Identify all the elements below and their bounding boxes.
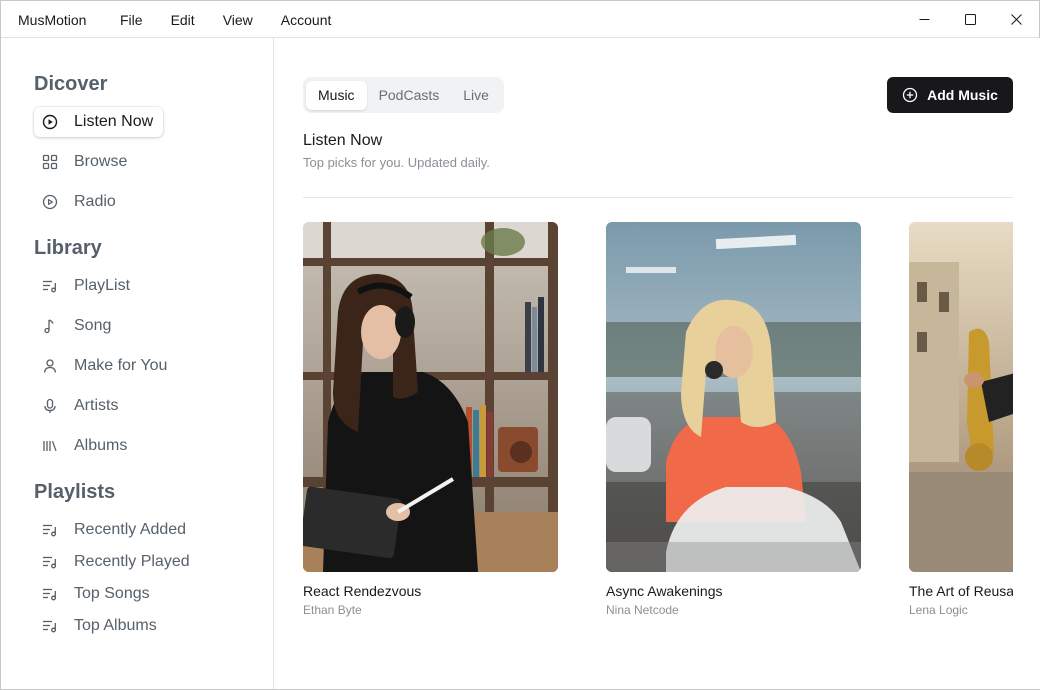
album-artist: Nina Netcode xyxy=(606,603,679,617)
music-note-icon xyxy=(42,318,58,334)
grid-icon xyxy=(42,154,58,170)
album-card-list: React Rendezvous Ethan Byte Async Awaken… xyxy=(303,222,1013,642)
album-artist: Ethan Byte xyxy=(303,603,362,617)
sidebar-item-radio[interactable]: Radio xyxy=(34,187,126,217)
sidebar-item-albums[interactable]: Albums xyxy=(34,431,137,461)
play-circle-icon xyxy=(42,114,58,130)
plus-circle-icon xyxy=(902,87,918,103)
menu-edit[interactable]: Edit xyxy=(157,1,209,38)
sidebar-item-label: Top Albums xyxy=(74,617,157,634)
sidebar-item-label: Radio xyxy=(74,193,116,210)
album-cover-image[interactable] xyxy=(303,222,558,572)
sidebar-item-label: Browse xyxy=(74,153,128,170)
sidebar-item-label: Albums xyxy=(74,437,128,454)
sidebar-item-playlist[interactable]: PlayList xyxy=(34,271,140,301)
add-music-button[interactable]: Add Music xyxy=(887,77,1013,113)
album-title: Async Awakenings xyxy=(606,583,723,599)
maximize-icon xyxy=(964,14,976,25)
section-title-library: Library xyxy=(34,237,102,259)
main-content: Music PodCasts Live Add Music Listen Now… xyxy=(275,38,1040,689)
album-title: React Rendezvous xyxy=(303,583,422,599)
playlist-icon xyxy=(42,618,58,634)
playlist-icon xyxy=(42,278,58,294)
section-heading: Listen Now xyxy=(303,132,383,149)
album-card[interactable]: React Rendezvous Ethan Byte xyxy=(303,222,558,617)
section-subheading: Top picks for you. Updated daily. xyxy=(303,155,490,170)
sidebar-item-recently-added[interactable]: Recently Added xyxy=(34,515,196,545)
album-card[interactable]: The Art of Reusability Lena Logic xyxy=(909,222,1013,617)
sidebar-item-label: Make for You xyxy=(74,357,168,374)
menu-account[interactable]: Account xyxy=(267,1,346,38)
menu-file[interactable]: File xyxy=(106,1,157,38)
close-button[interactable] xyxy=(993,1,1039,38)
album-cover-image[interactable] xyxy=(909,222,1013,572)
tab-music[interactable]: Music xyxy=(306,80,367,110)
album-card[interactable]: Async Awakenings Nina Netcode xyxy=(606,222,861,617)
library-icon xyxy=(42,438,58,454)
sidebar-item-song[interactable]: Song xyxy=(34,311,121,341)
app-window: MusMotion File Edit View Account Dicover xyxy=(0,0,1040,690)
playlist-icon xyxy=(42,586,58,602)
sidebar-item-top-songs[interactable]: Top Songs xyxy=(34,579,160,609)
album-artist: Lena Logic xyxy=(909,603,968,617)
menu-view[interactable]: View xyxy=(209,1,267,38)
menu-bar: File Edit View Account xyxy=(106,1,345,38)
title-bar: MusMotion File Edit View Account xyxy=(1,1,1039,38)
tab-podcasts[interactable]: PodCasts xyxy=(367,81,452,110)
minimize-button[interactable] xyxy=(901,1,947,38)
sidebar-item-label: PlayList xyxy=(74,277,131,294)
close-icon xyxy=(1010,14,1022,25)
sidebar-item-listen-now[interactable]: Listen Now xyxy=(34,107,164,137)
section-title-discover: Dicover xyxy=(34,73,108,95)
add-music-label: Add Music xyxy=(927,87,998,103)
sidebar-item-label: Top Songs xyxy=(74,585,150,602)
section-title-playlists: Playlists xyxy=(34,481,116,503)
album-title: The Art of Reusability xyxy=(909,583,1013,599)
app-name: MusMotion xyxy=(18,12,87,28)
maximize-button[interactable] xyxy=(947,1,993,38)
album-cover-image[interactable] xyxy=(606,222,861,572)
minimize-icon xyxy=(919,19,929,20)
sidebar-item-label: Listen Now xyxy=(74,113,154,130)
sidebar-item-make-for-you[interactable]: Make for You xyxy=(34,351,177,381)
microphone-icon xyxy=(42,398,58,414)
sidebar-item-artists[interactable]: Artists xyxy=(34,391,128,421)
sidebar-item-recently-played[interactable]: Recently Played xyxy=(34,547,200,577)
tab-live[interactable]: Live xyxy=(451,81,501,110)
sidebar: Dicover Listen Now Browse Radio Library … xyxy=(1,38,274,689)
sidebar-item-label: Artists xyxy=(74,397,119,414)
divider xyxy=(303,197,1013,198)
playlist-icon xyxy=(42,522,58,538)
sidebar-item-label: Recently Played xyxy=(74,553,190,570)
tab-bar: Music PodCasts Live xyxy=(303,77,504,113)
sidebar-item-label: Song xyxy=(74,317,112,334)
sidebar-item-browse[interactable]: Browse xyxy=(34,147,137,177)
radio-icon xyxy=(42,194,58,210)
window-controls xyxy=(901,1,1039,38)
sidebar-item-top-albums[interactable]: Top Albums xyxy=(34,611,167,641)
playlist-icon xyxy=(42,554,58,570)
sidebar-item-label: Recently Added xyxy=(74,521,187,538)
user-icon xyxy=(42,358,58,374)
